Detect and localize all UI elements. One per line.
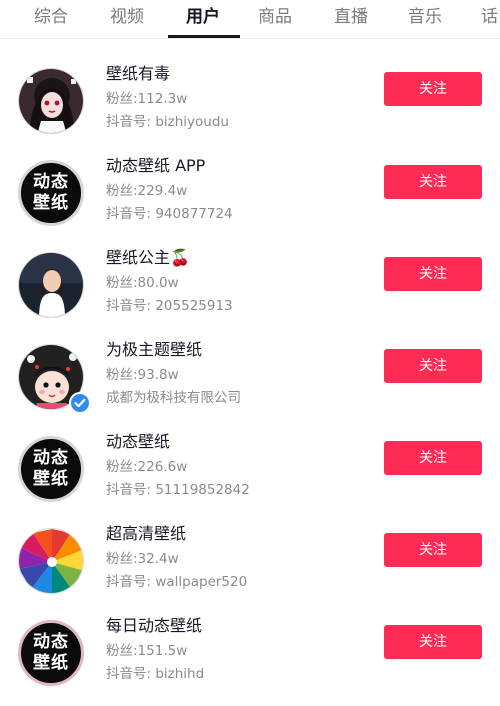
follow-button[interactable]: 关注 bbox=[384, 625, 482, 659]
user-name: 动态壁纸 bbox=[106, 432, 171, 451]
follow-button[interactable]: 关注 bbox=[384, 533, 482, 567]
user-name: 壁纸有毒 bbox=[106, 64, 171, 83]
fan-count: 粉丝:112.3w bbox=[106, 91, 188, 107]
avatar-text: 壁纸 bbox=[33, 653, 69, 673]
company-name: 成都为极科技有限公司 bbox=[106, 390, 241, 406]
account-id: 抖音号: 51119852842 bbox=[106, 482, 250, 498]
fan-count: 粉丝:32.4w bbox=[106, 551, 179, 567]
account-id: 抖音号: bizhihd bbox=[106, 666, 205, 682]
verified-badge-icon bbox=[69, 392, 91, 414]
account-id: 抖音号: 205525913 bbox=[106, 298, 233, 314]
search-tab-bar: 综合 视频 用户 商品 直播 音乐 话 bbox=[0, 0, 500, 39]
avatar[interactable] bbox=[18, 68, 84, 134]
follow-button[interactable]: 关注 bbox=[384, 349, 482, 383]
follow-button[interactable]: 关注 bbox=[384, 165, 482, 199]
tab-music[interactable]: 音乐 bbox=[408, 6, 442, 28]
avatar-text: 动态 bbox=[33, 448, 69, 468]
avatar[interactable]: 动态 壁纸 bbox=[18, 160, 84, 226]
follow-button[interactable]: 关注 bbox=[384, 257, 482, 291]
fan-count: 粉丝:226.6w bbox=[106, 459, 188, 475]
user-row[interactable]: 为极主题壁纸 粉丝:93.8w 成都为极科技有限公司 关注 bbox=[0, 338, 500, 430]
tab-comprehensive[interactable]: 综合 bbox=[34, 6, 68, 28]
user-name: 为极主题壁纸 bbox=[106, 340, 203, 359]
fan-count: 粉丝:80.0w bbox=[106, 275, 179, 291]
tab-video[interactable]: 视频 bbox=[110, 6, 144, 28]
account-id: 抖音号: wallpaper520 bbox=[106, 574, 248, 590]
tab-topics[interactable]: 话 bbox=[481, 6, 498, 28]
avatar-text: 壁纸 bbox=[33, 193, 69, 213]
user-row[interactable]: 动态 壁纸 每日动态壁纸 粉丝:151.5w 抖音号: bizhihd 关注 bbox=[0, 614, 500, 706]
tab-live[interactable]: 直播 bbox=[334, 6, 368, 28]
user-name: 动态壁纸 APP bbox=[106, 156, 206, 175]
user-row[interactable]: 壁纸公主🍒 粉丝:80.0w 抖音号: 205525913 关注 bbox=[0, 246, 500, 338]
user-name: 超高清壁纸 bbox=[106, 524, 187, 543]
tab-products[interactable]: 商品 bbox=[258, 6, 292, 28]
avatar-text: 动态 bbox=[33, 632, 69, 652]
user-name: 壁纸公主🍒 bbox=[106, 248, 190, 267]
fan-count: 粉丝:93.8w bbox=[106, 367, 179, 383]
account-id: 抖音号: bizhiyoudu bbox=[106, 114, 229, 130]
fan-count: 粉丝:151.5w bbox=[106, 643, 188, 659]
user-row[interactable]: 超高清壁纸 粉丝:32.4w 抖音号: wallpaper520 关注 bbox=[0, 522, 500, 614]
follow-button[interactable]: 关注 bbox=[384, 441, 482, 475]
user-row[interactable]: 动态 壁纸 动态壁纸 APP 粉丝:229.4w 抖音号: 940877724 … bbox=[0, 154, 500, 246]
user-row[interactable]: 壁纸有毒 粉丝:112.3w 抖音号: bizhiyoudu 关注 bbox=[0, 62, 500, 154]
active-tab-indicator bbox=[168, 35, 240, 38]
avatar[interactable] bbox=[18, 528, 84, 594]
user-name: 每日动态壁纸 bbox=[106, 616, 203, 635]
fan-count: 粉丝:229.4w bbox=[106, 183, 188, 199]
user-row[interactable]: 动态 壁纸 动态壁纸 粉丝:226.6w 抖音号: 51119852842 关注 bbox=[0, 430, 500, 522]
follow-button[interactable]: 关注 bbox=[384, 72, 482, 106]
account-id: 抖音号: 940877724 bbox=[106, 206, 233, 222]
tab-users[interactable]: 用户 bbox=[186, 6, 220, 28]
avatar-text: 壁纸 bbox=[33, 469, 69, 489]
avatar[interactable] bbox=[18, 252, 84, 318]
avatar-text: 动态 bbox=[33, 172, 69, 192]
avatar[interactable]: 动态 壁纸 bbox=[18, 436, 84, 502]
avatar[interactable]: 动态 壁纸 bbox=[18, 620, 84, 686]
